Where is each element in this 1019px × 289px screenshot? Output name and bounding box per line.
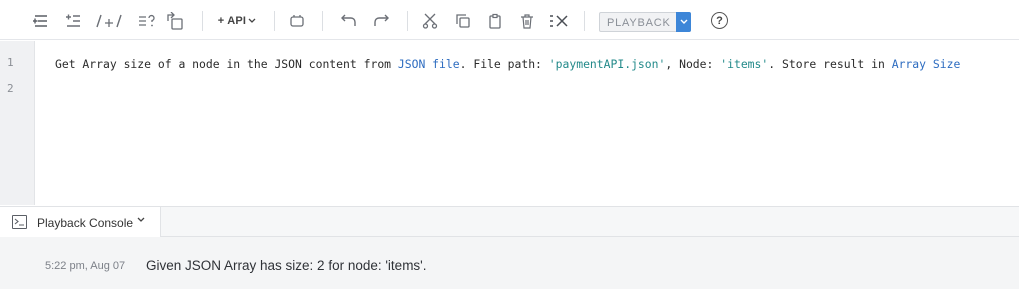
delete-icon[interactable] (518, 11, 536, 31)
file-path-param[interactable]: 'paymentAPI.json' (549, 57, 666, 71)
code-text: . Store result in (768, 57, 892, 71)
help-label: ? (716, 14, 723, 27)
console-header: Playback Console (0, 206, 1019, 237)
toolbar-divider (584, 11, 585, 31)
log-timestamp: 5:22 pm, Aug 07 (45, 260, 126, 272)
paste-icon[interactable] (486, 11, 504, 31)
toolbar-divider (202, 11, 203, 31)
code-text: Get Array size of a node in the JSON con… (55, 57, 398, 71)
redo-icon[interactable] (372, 11, 392, 31)
line-gutter: 1 2 (0, 41, 35, 205)
cut-icon[interactable] (421, 11, 439, 31)
api-button-label: + API (217, 15, 247, 27)
playback-label: PLAYBACK (607, 17, 671, 29)
record-icon[interactable] (288, 11, 306, 31)
log-message: Given JSON Array has size: 2 for node: '… (146, 258, 427, 273)
line-number: 1 (7, 56, 14, 69)
code-editor[interactable]: 1 2 Get Array size of a node in the JSON… (0, 41, 1019, 205)
console-log: 5:22 pm, Aug 07 Given JSON Array has siz… (0, 237, 1019, 289)
node-param[interactable]: 'items' (720, 57, 768, 71)
terminal-icon (12, 215, 27, 229)
chevron-down-icon (248, 18, 256, 23)
playback-console-tab[interactable]: Playback Console (0, 207, 161, 237)
api-button[interactable]: + API (216, 11, 258, 31)
toolbar-divider (274, 11, 275, 31)
code-line-1[interactable]: Get Array size of a node in the JSON con… (55, 57, 960, 71)
undo-icon[interactable] (338, 11, 358, 31)
clear-icon[interactable] (549, 11, 569, 31)
editor-toolbar: + API PLAYBACK ? (0, 0, 1019, 40)
playback-select[interactable]: PLAYBACK (599, 12, 691, 32)
chevron-down-icon (680, 19, 687, 24)
toolbar-divider (322, 11, 323, 31)
copy-icon[interactable] (454, 11, 472, 31)
json-file-link[interactable]: JSON file (398, 57, 460, 71)
array-size-variable-link[interactable]: Array Size (892, 57, 961, 71)
convert-icon[interactable] (166, 11, 184, 31)
comment-toggle-icon[interactable] (96, 11, 122, 31)
chevron-down-icon[interactable] (137, 217, 145, 223)
playback-dropdown-button[interactable] (676, 12, 691, 32)
console-title: Playback Console (37, 216, 134, 230)
list-help-icon[interactable] (138, 11, 156, 31)
add-step-icon[interactable] (32, 11, 50, 31)
code-text: , Node: (665, 57, 721, 71)
toolbar-divider (407, 11, 408, 31)
code-text: . File path: (459, 57, 549, 71)
insert-step-icon[interactable] (64, 11, 82, 31)
help-icon[interactable]: ? (711, 12, 728, 29)
line-number: 2 (7, 82, 14, 95)
